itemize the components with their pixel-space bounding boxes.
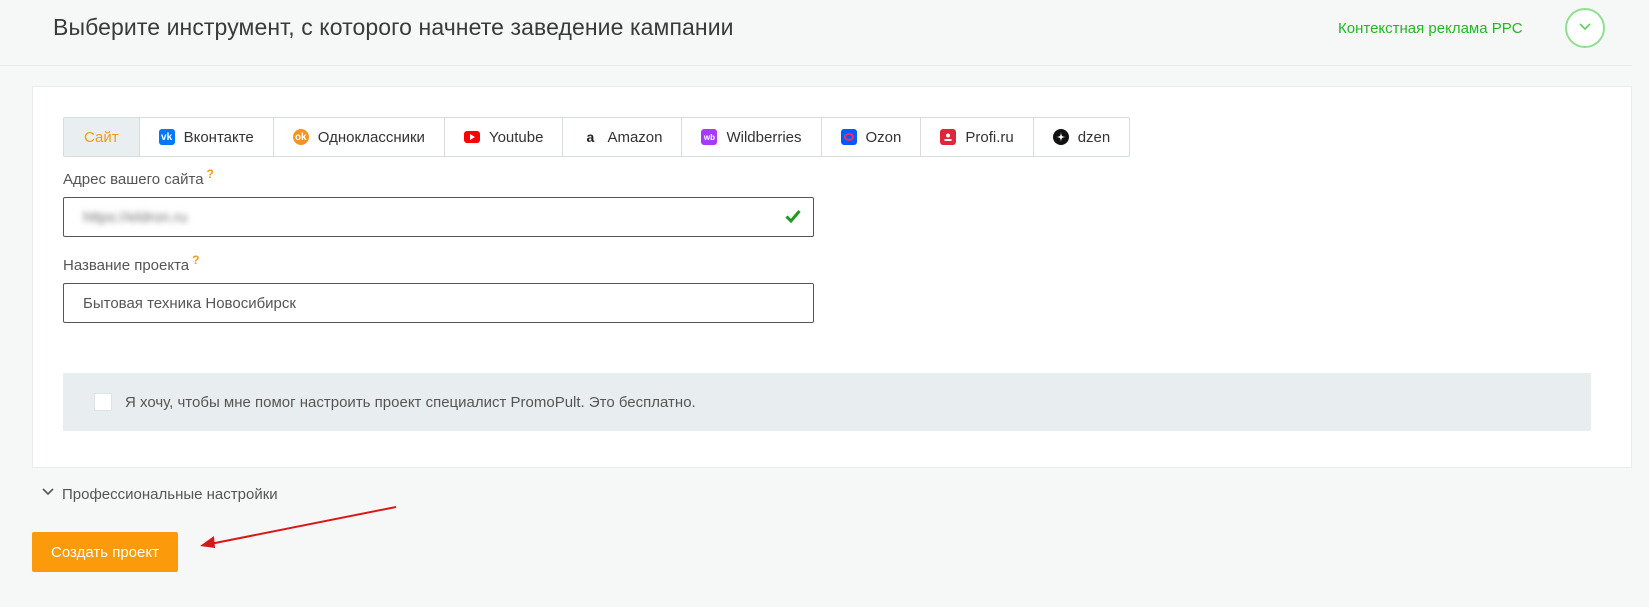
tab-label: Ozon bbox=[865, 128, 902, 146]
chevron-down-icon bbox=[42, 487, 54, 495]
ok-icon: ok bbox=[292, 129, 309, 145]
tab-label: Сайт bbox=[84, 128, 119, 146]
chevron-down-icon bbox=[1579, 23, 1591, 31]
site-address-help-icon[interactable]: ? bbox=[207, 167, 214, 181]
project-name-label: Название проекта? bbox=[63, 253, 199, 274]
specialist-help-row: Я хочу, чтобы мне помог настроить проект… bbox=[63, 373, 1591, 431]
tab-label: Вконтакте bbox=[183, 128, 254, 146]
mode-toggle-button[interactable] bbox=[1565, 8, 1605, 48]
tab-profi[interactable]: Profi.ru bbox=[921, 118, 1034, 156]
campaign-form-card: Сайт vk Вконтакте ok Одноклассники Youtu… bbox=[32, 86, 1632, 468]
project-name-help-icon[interactable]: ? bbox=[192, 253, 199, 267]
tab-odnoklassniki[interactable]: ok Одноклассники bbox=[274, 118, 445, 156]
project-name-input[interactable]: Бытовая техника Новосибирск bbox=[63, 283, 814, 323]
wildberries-icon: wb bbox=[701, 129, 718, 145]
page-title: Выберите инструмент, с которого начнете … bbox=[53, 14, 734, 40]
site-address-value: https://eldron.ru bbox=[83, 208, 188, 226]
tool-tabs: Сайт vk Вконтакте ok Одноклассники Youtu… bbox=[63, 117, 1131, 157]
mode-label[interactable]: Контекстная реклама PPC bbox=[1338, 20, 1523, 37]
page-header: Выберите инструмент, с которого начнете … bbox=[0, 0, 1632, 66]
specialist-help-checkbox[interactable] bbox=[94, 393, 112, 411]
tab-dzen[interactable]: dzen bbox=[1034, 118, 1130, 156]
tab-label: Wildberries bbox=[726, 128, 802, 146]
valid-check-icon bbox=[785, 210, 801, 223]
tab-vkontakte[interactable]: vk Вконтакте bbox=[140, 118, 274, 156]
site-address-input[interactable]: https://eldron.ru bbox=[63, 197, 814, 237]
project-name-value: Бытовая техника Новосибирск bbox=[83, 294, 296, 312]
tab-ozon[interactable]: Ozon bbox=[822, 118, 922, 156]
tab-label: Profi.ru bbox=[965, 128, 1014, 146]
tab-label: dzen bbox=[1077, 128, 1111, 146]
ozon-icon bbox=[840, 129, 857, 145]
amazon-icon: a bbox=[586, 129, 595, 145]
dzen-icon bbox=[1052, 129, 1069, 145]
tab-wildberries[interactable]: wb Wildberries bbox=[682, 118, 822, 156]
vk-icon: vk bbox=[158, 129, 175, 145]
tab-label: Youtube bbox=[488, 128, 544, 146]
professional-settings-label: Профессиональные настройки bbox=[62, 486, 278, 503]
youtube-icon bbox=[463, 131, 480, 143]
professional-settings-toggle[interactable]: Профессиональные настройки bbox=[42, 486, 278, 503]
profi-icon bbox=[940, 129, 957, 145]
tab-amazon[interactable]: a Amazon bbox=[563, 118, 683, 156]
tab-label: Одноклассники bbox=[317, 128, 425, 146]
site-address-label-text: Адрес вашего сайта bbox=[63, 171, 204, 188]
tab-site[interactable]: Сайт bbox=[64, 118, 140, 156]
annotation-arrow bbox=[200, 506, 397, 548]
site-address-label: Адрес вашего сайта? bbox=[63, 167, 214, 188]
specialist-help-text[interactable]: Я хочу, чтобы мне помог настроить проект… bbox=[125, 394, 696, 411]
tab-label: Amazon bbox=[607, 128, 663, 146]
create-project-button[interactable]: Создать проект bbox=[32, 532, 178, 572]
project-name-label-text: Название проекта bbox=[63, 257, 190, 274]
tab-youtube[interactable]: Youtube bbox=[445, 118, 564, 156]
